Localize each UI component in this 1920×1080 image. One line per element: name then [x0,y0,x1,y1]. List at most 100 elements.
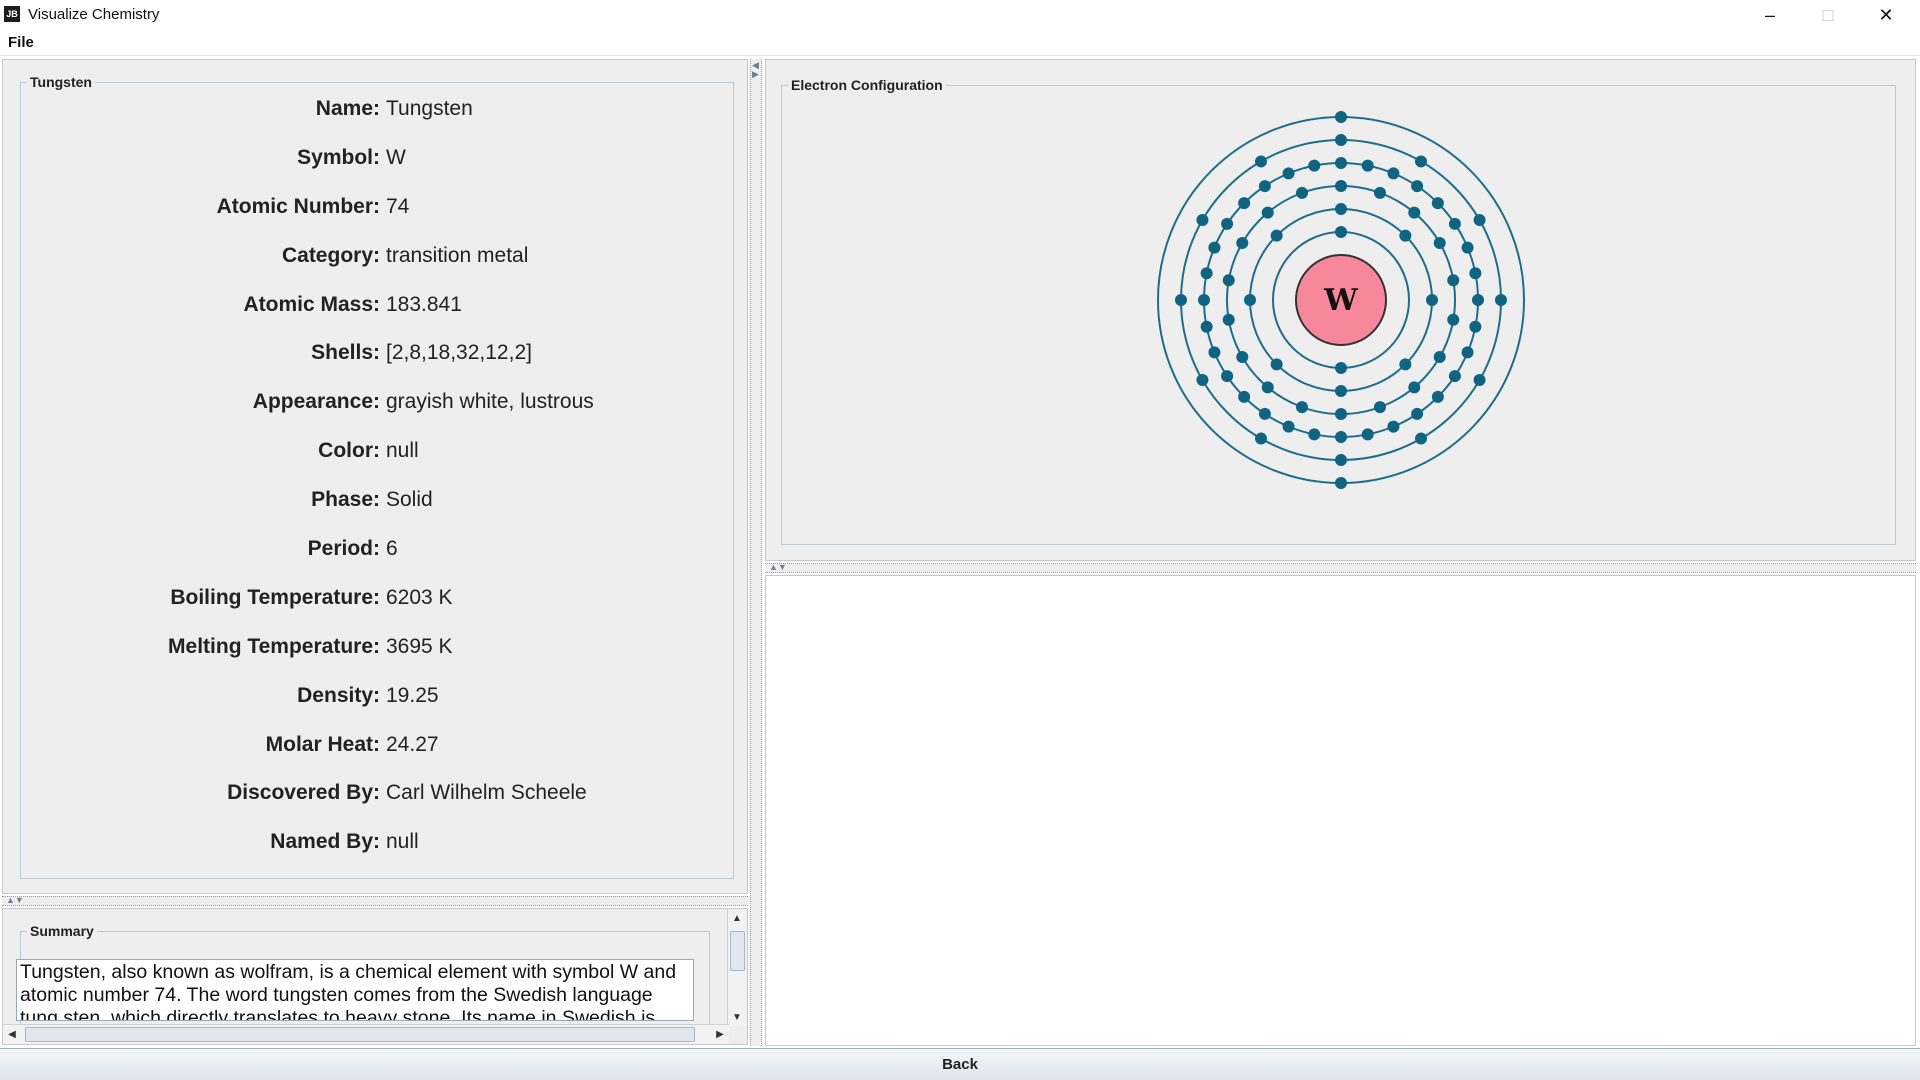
property-value: 6203 K [386,585,453,609]
electron [1198,294,1210,306]
right-splitter[interactable]: ▲▼ [765,562,1916,573]
property-label: Named By: [270,830,380,854]
electron [1473,214,1486,226]
electron [1387,167,1400,180]
electron [1461,241,1474,254]
property-label: Molar Heat: [265,732,380,756]
summary-text-area[interactable]: Tungsten, also known as wolfram, is a ch… [16,959,694,1021]
minimize-button[interactable]: – [1742,0,1798,30]
electron [1373,401,1386,414]
electron [1415,155,1427,168]
scroll-up-icon[interactable]: ▲ [728,909,746,927]
nucleus-symbol: W [1323,283,1359,318]
property-label: Phase: [311,488,380,512]
property-label: Melting Temperature: [168,634,380,658]
electron [1335,408,1347,420]
property-label: Shells: [311,341,380,365]
scroll-right-icon[interactable]: ▶ [711,1025,729,1043]
back-button[interactable]: Back [0,1049,1920,1080]
electron [1236,237,1249,249]
property-label: Period: [307,537,380,561]
electron [1408,381,1421,394]
property-label: Discovered By: [227,781,380,805]
electron [1335,454,1347,466]
electron [1255,432,1267,445]
splitter-arrows-icon[interactable]: ◀ ▶ [752,61,759,79]
property-value: W [386,145,406,169]
property-row: Symbol: W [21,146,733,195]
property-value: 183.841 [386,292,462,316]
electron [1308,428,1321,441]
splitter-arrows-icon[interactable]: ▲▼ [6,895,24,905]
window-title: Visualize Chemistry [28,6,160,23]
electron [1175,294,1187,306]
electron [1431,197,1444,210]
electron [1335,111,1347,123]
electron [1387,420,1400,433]
electron [1255,155,1267,168]
electron [1448,217,1461,230]
electron [1469,267,1482,280]
electron [1411,407,1424,420]
electron [1399,229,1412,242]
electron [1408,206,1421,219]
electron [1433,351,1446,363]
electron [1335,180,1347,192]
property-value: grayish white, lustrous [386,390,594,414]
electron [1308,159,1321,172]
electron [1296,186,1309,199]
property-row: Density: 19.25 [21,684,733,733]
electron [1208,346,1221,359]
electron [1373,186,1386,199]
electron [1447,274,1460,287]
electron [1335,362,1347,374]
property-label: Category: [281,243,380,267]
property-label: Atomic Mass: [243,292,380,316]
property-row: Discovered By: Carl Wilhelm Scheele [21,781,733,830]
left-splitter[interactable]: ▲▼ [2,895,748,906]
electron [1399,358,1412,371]
app-icon: JB [4,6,20,22]
electron [1282,420,1295,433]
menu-file[interactable]: File [8,34,34,51]
scroll-left-icon[interactable]: ◀ [3,1025,21,1043]
property-row: Atomic Number: 74 [21,195,733,244]
property-value: null [386,439,419,463]
electron [1258,180,1271,193]
maximize-button[interactable]: □ [1800,0,1856,30]
electron [1244,294,1256,306]
close-button[interactable]: ✕ [1858,0,1914,30]
horizontal-scroll-thumb[interactable] [25,1027,695,1042]
property-list: Name: Tungsten Symbol: W Atomic Number: 74 Cat… [21,97,733,879]
scroll-down-icon[interactable]: ▼ [728,1008,746,1026]
electron [1208,241,1221,254]
electron [1196,214,1209,226]
element-details-group: Tungsten Name: Tungsten Symbol: W Atomic Num… [20,74,734,879]
electron [1361,159,1374,172]
electron [1335,477,1347,489]
property-label: Density: [297,683,380,707]
summary-vertical-scrollbar[interactable]: ▲ ▼ [727,909,747,1026]
property-label: Color: [318,439,380,463]
splitter-arrows-icon[interactable]: ▲▼ [769,562,787,572]
summary-horizontal-scrollbar[interactable]: ◀ ▶ [3,1024,729,1044]
element-group-title: Tungsten [27,74,95,90]
electron [1236,351,1249,363]
vertical-scroll-thumb[interactable] [730,931,745,971]
property-value: 6 [386,537,398,561]
electron [1221,217,1234,230]
electron [1238,197,1251,210]
property-row: Boiling Temperature: 6203 K [21,586,733,635]
electron [1469,320,1482,333]
electron [1335,431,1347,443]
property-row: Appearance: grayish white, lustrous [21,390,733,439]
property-row: Named By: null [21,830,733,879]
property-label: Symbol: [297,145,380,169]
electron [1448,370,1461,383]
electron [1415,432,1427,445]
element-details-panel: Tungsten Name: Tungsten Symbol: W Atomic Num… [2,59,748,894]
electron [1222,313,1235,326]
bohr-model-diagram: W [1157,111,1525,489]
vertical-splitter[interactable]: ◀ ▶ [750,59,762,1046]
property-row: Name: Tungsten [21,97,733,146]
